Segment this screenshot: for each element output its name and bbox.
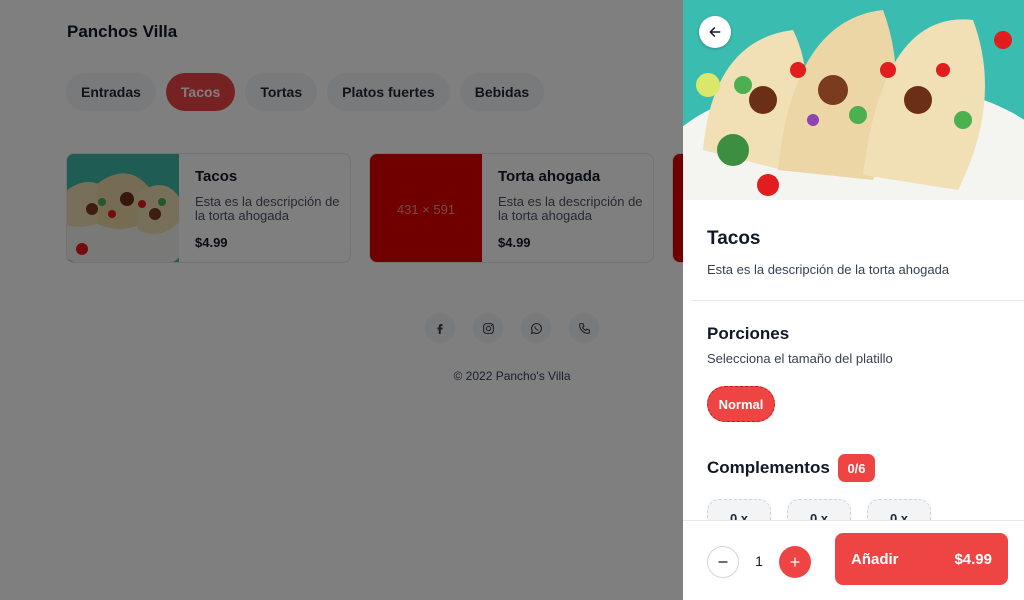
- quantity-value: 1: [755, 553, 763, 569]
- portion-option-normal[interactable]: Normal: [707, 386, 775, 422]
- product-hero-image: [683, 0, 1024, 200]
- add-to-cart-label: Añadir: [851, 550, 899, 568]
- product-detail-title: Tacos: [707, 228, 761, 249]
- portions-subtitle: Selecciona el tamaño del platillo: [707, 351, 893, 366]
- divider: [691, 300, 1024, 301]
- product-detail-drawer: Tacos Esta es la descripción de la torta…: [683, 0, 1024, 600]
- arrow-left-icon: [709, 27, 721, 37]
- product-detail-description: Esta es la descripción de la torta ahoga…: [707, 262, 950, 277]
- complements-title: Complementos: [707, 458, 830, 477]
- portions-title: Porciones: [707, 324, 790, 343]
- add-to-cart-button[interactable]: Añadir $4.99: [835, 533, 1008, 585]
- cart-footer: 1 Añadir $4.99: [683, 520, 1024, 600]
- plus-icon: [790, 557, 800, 567]
- increase-quantity-button[interactable]: [779, 546, 811, 578]
- add-to-cart-price: $4.99: [954, 550, 992, 568]
- decrease-quantity-button[interactable]: [707, 546, 739, 578]
- minus-icon: [718, 561, 728, 563]
- back-button[interactable]: [699, 16, 731, 48]
- complements-count-badge: 0/6: [838, 454, 875, 482]
